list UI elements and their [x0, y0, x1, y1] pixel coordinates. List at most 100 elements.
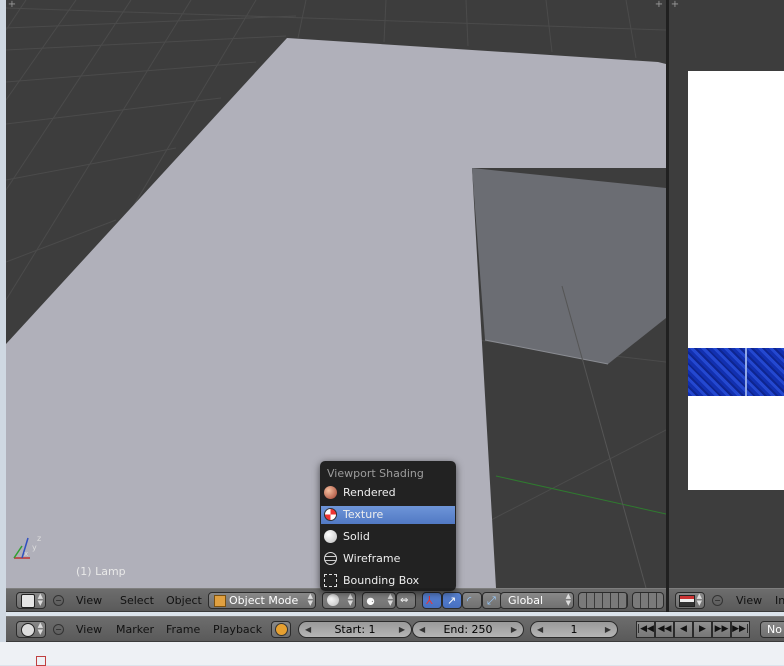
jump-to-end-button[interactable]: ▶▶|	[731, 621, 750, 638]
image-editor-area[interactable]: +	[669, 0, 784, 588]
area-split-corner-icon[interactable]: +	[654, 0, 664, 10]
option-label: Bounding Box	[343, 574, 420, 587]
editor-type-button[interactable]: ▲ ▼	[675, 592, 705, 609]
menu-marker[interactable]: Marker	[116, 622, 154, 638]
up-down-arrows-icon: ▲ ▼	[37, 621, 43, 636]
mode-select[interactable]: Object Mode ▲ ▼	[208, 592, 316, 609]
collapse-menus-icon[interactable]: −	[53, 624, 64, 635]
option-label: Texture	[343, 508, 384, 521]
jump-to-start-button[interactable]: |◀◀	[636, 621, 655, 638]
decrement-arrow-icon: ◀	[537, 625, 544, 634]
editor-type-button[interactable]: ▲ ▼	[16, 592, 46, 609]
timeline-clock-icon	[21, 623, 35, 637]
up-down-arrows-icon: ▲ ▼	[696, 592, 702, 607]
solid-sphere-icon	[327, 594, 339, 606]
manipulator-toggle-button[interactable]: ⅄	[422, 592, 442, 609]
scale-manipulator-button[interactable]: ⤢	[482, 592, 502, 609]
up-down-arrows-icon: ▲ ▼	[387, 592, 393, 607]
rendered-sphere-icon	[324, 486, 337, 499]
shading-option-solid[interactable]: Solid	[321, 528, 455, 546]
end-frame-field[interactable]: ◀ End: 250 ▶	[412, 621, 524, 638]
svg-text:z: z	[37, 534, 41, 543]
area-split-corner-icon[interactable]: +	[7, 0, 17, 10]
active-object-label: (1) Lamp	[76, 565, 126, 578]
end-frame-label: End: 250	[443, 623, 493, 636]
menu-image[interactable]: In	[775, 593, 784, 609]
previous-keyframe-button[interactable]: ◀◀	[655, 621, 674, 638]
current-frame-label: 1	[570, 623, 578, 636]
viewport-shading-menu: Viewport Shading Rendered Texture Solid …	[320, 461, 456, 591]
prev-keyframe-icon: ◀◀	[657, 624, 672, 634]
menu-view[interactable]: View	[76, 622, 102, 638]
option-label: Rendered	[343, 486, 396, 499]
play-button[interactable]: ▶	[693, 621, 712, 638]
menu-view[interactable]: View	[76, 593, 102, 609]
menu-title: Viewport Shading	[327, 467, 424, 480]
rotate-manipulator-button[interactable]: ◜	[462, 592, 482, 609]
menu-object[interactable]: Object	[166, 593, 202, 609]
scale-handle-icon: ⤢	[487, 594, 496, 607]
rotate-arc-icon: ◜	[467, 594, 472, 607]
increment-arrow-icon: ▶	[398, 625, 405, 634]
layer-buttons-2[interactable]	[632, 592, 664, 609]
menu-select[interactable]: Select	[120, 593, 154, 609]
collapse-menus-icon[interactable]: −	[712, 595, 723, 606]
x-axis-line	[495, 475, 666, 515]
window-left-edge	[0, 0, 6, 642]
current-frame-field[interactable]: ◀ 1 ▶	[530, 621, 618, 638]
image-editor-header: ▲ ▼ − View In	[669, 588, 784, 612]
preview-range-icon	[275, 623, 288, 636]
shading-option-bounding-box[interactable]: Bounding Box	[321, 572, 455, 590]
increment-arrow-icon: ▶	[604, 625, 611, 634]
texture-strip	[688, 348, 784, 396]
play-reverse-button[interactable]: ◀	[674, 621, 693, 638]
start-frame-label: Start: 1	[334, 623, 376, 636]
keying-set-button[interactable]: No	[760, 621, 784, 638]
shading-option-texture[interactable]: Texture	[321, 506, 455, 524]
next-keyframe-button[interactable]: ▶▶	[712, 621, 731, 638]
viewport-shading-button[interactable]: ▲ ▼	[322, 592, 356, 609]
up-down-arrows-icon: ▲ ▼	[307, 592, 313, 607]
menu-view[interactable]: View	[736, 593, 762, 609]
object-mode-cube-icon	[214, 595, 226, 607]
play-reverse-icon: ◀	[680, 624, 687, 634]
svg-text:x: x	[24, 550, 28, 558]
collapse-menus-icon[interactable]: −	[53, 595, 64, 606]
translate-manipulator-button[interactable]: ↗	[442, 592, 462, 609]
shading-option-wireframe[interactable]: Wireframe	[321, 550, 455, 568]
transform-orientation-select[interactable]: Global ▲ ▼	[500, 592, 574, 609]
timeline-header: ▲ ▼ − View Marker Frame Playback ◀ Start:…	[6, 616, 784, 642]
next-keyframe-icon: ▶▶	[714, 624, 729, 634]
cube-face	[472, 168, 666, 364]
play-icon: ▶	[699, 624, 706, 634]
manipulate-center-icon: ⇔	[400, 595, 409, 606]
start-frame-field[interactable]: ◀ Start: 1 ▶	[298, 621, 412, 638]
uv-image-canvas	[688, 71, 784, 490]
wireframe-sphere-icon	[324, 552, 337, 565]
option-label: Wireframe	[343, 552, 401, 565]
decrement-arrow-icon: ◀	[419, 625, 426, 634]
keying-label: No	[767, 623, 782, 636]
manipulator-center-button[interactable]: ⇔	[396, 592, 416, 609]
preview-range-button[interactable]	[271, 621, 291, 638]
area-split-corner-icon[interactable]: +	[670, 0, 680, 10]
pivot-point-button[interactable]: ⚈ ▲ ▼	[362, 592, 396, 609]
3d-view-editor-icon	[21, 594, 35, 608]
increment-arrow-icon: ▶	[510, 625, 517, 634]
menu-playback[interactable]: Playback	[213, 622, 262, 638]
jump-end-icon: ▶▶|	[732, 624, 749, 634]
option-label: Solid	[343, 530, 370, 543]
translate-arrow-icon: ↗	[447, 594, 457, 607]
solid-sphere-icon	[324, 530, 337, 543]
menu-frame[interactable]: Frame	[166, 622, 200, 638]
layer-buttons[interactable]	[578, 592, 628, 609]
svg-text:y: y	[32, 543, 37, 552]
jump-start-icon: |◀◀	[637, 624, 654, 634]
texture-checker-icon	[324, 508, 337, 521]
shading-option-rendered[interactable]: Rendered	[321, 484, 455, 502]
pivot-point-icon: ⚈	[366, 597, 375, 608]
window-bottom-edge	[0, 642, 784, 666]
editor-type-button[interactable]: ▲ ▼	[16, 621, 46, 638]
up-down-arrows-icon: ▲ ▼	[565, 592, 571, 607]
up-down-arrows-icon: ▲ ▼	[37, 592, 43, 607]
